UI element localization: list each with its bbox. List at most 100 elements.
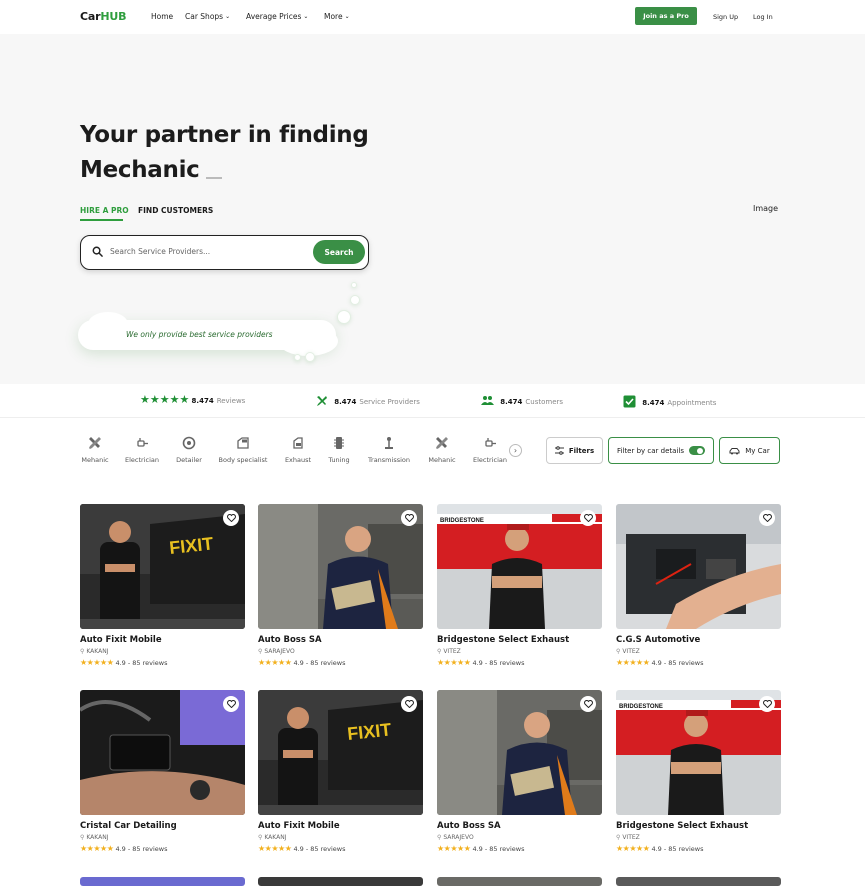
favorite-heart-icon[interactable] bbox=[759, 510, 775, 526]
nav-link-car-shops[interactable]: Car Shops ⌄ bbox=[185, 12, 230, 21]
provider-rating-text: 4.9 - 85 reviews bbox=[472, 845, 525, 853]
checkbox-icon bbox=[623, 395, 636, 408]
provider-location: ⚲ SARAJEVO bbox=[437, 834, 602, 841]
provider-photo[interactable]: FIXIT bbox=[258, 690, 423, 815]
provider-card[interactable]: Cristal Car Detailing ⚲ KAKANJ ★★★★★ 4.9… bbox=[80, 690, 245, 853]
provider-rating-text: 4.9 - 85 reviews bbox=[293, 845, 346, 853]
provider-name[interactable]: Auto Boss SA bbox=[437, 821, 602, 831]
search-icon bbox=[92, 246, 103, 257]
provider-photo[interactable] bbox=[80, 877, 245, 886]
stat-customers: 8.474 Customers bbox=[481, 395, 563, 406]
wheel-icon bbox=[182, 436, 196, 450]
nav-link-average-prices[interactable]: Average Prices ⌄ bbox=[246, 12, 308, 21]
provider-rating-text: 4.9 - 85 reviews bbox=[651, 845, 704, 853]
log-in-link[interactable]: Log In bbox=[753, 13, 773, 21]
provider-card[interactable]: Auto Boss SA ⚲ SARAJEVO ★★★★★ 4.9 - 85 r… bbox=[258, 504, 423, 667]
thought-bubble-dot bbox=[305, 352, 315, 362]
stat-label: Service Providers bbox=[359, 398, 420, 406]
provider-photo[interactable] bbox=[80, 690, 245, 815]
category-label: Tuning bbox=[328, 456, 350, 464]
provider-photo[interactable] bbox=[258, 877, 423, 886]
category-body-specialist[interactable]: Body specialist bbox=[218, 436, 268, 464]
category-electrician-2[interactable]: Electrician bbox=[465, 436, 515, 464]
nav-link-label: Average Prices bbox=[246, 12, 302, 21]
tools-icon bbox=[317, 396, 327, 406]
provider-location-text: KAKANJ bbox=[264, 834, 287, 841]
category-detailer[interactable]: Detailer bbox=[164, 436, 214, 464]
provider-card-partial[interactable] bbox=[258, 877, 423, 886]
category-transmission[interactable]: Transmission bbox=[364, 436, 414, 464]
category-next-arrow-icon[interactable]: › bbox=[509, 444, 522, 457]
provider-photo[interactable] bbox=[616, 877, 781, 886]
provider-name[interactable]: Auto Fixit Mobile bbox=[258, 821, 423, 831]
nav-link-home[interactable]: Home bbox=[151, 12, 173, 21]
provider-photo[interactable]: BRIDGESTONE bbox=[437, 504, 602, 629]
favorite-heart-icon[interactable] bbox=[759, 696, 775, 712]
location-pin-icon: ⚲ bbox=[616, 648, 621, 655]
favorite-heart-icon[interactable] bbox=[223, 510, 239, 526]
favorite-heart-icon[interactable] bbox=[580, 510, 596, 526]
provider-photo[interactable]: FIXIT bbox=[80, 504, 245, 629]
provider-rating-text: 4.9 - 85 reviews bbox=[472, 659, 525, 667]
provider-rating-text: 4.9 - 85 reviews bbox=[115, 845, 168, 853]
users-icon bbox=[481, 396, 494, 405]
filter-by-car-toggle[interactable]: Filter by car details bbox=[608, 437, 714, 464]
stat-label: Reviews bbox=[216, 397, 246, 405]
provider-location-text: VITEZ bbox=[622, 834, 640, 841]
provider-photo[interactable] bbox=[437, 877, 602, 886]
provider-location: ⚲ KAKANJ bbox=[258, 834, 423, 841]
tab-hire-a-pro[interactable]: HIRE A PRO bbox=[80, 206, 129, 215]
provider-photo[interactable] bbox=[437, 690, 602, 815]
nav-link-label: More bbox=[324, 12, 343, 21]
category-electrician[interactable]: Electrician bbox=[117, 436, 167, 464]
provider-card[interactable]: Auto Boss SA ⚲ SARAJEVO ★★★★★ 4.9 - 85 r… bbox=[437, 690, 602, 853]
location-pin-icon: ⚲ bbox=[616, 834, 621, 841]
provider-name[interactable]: C.G.S Automotive bbox=[616, 635, 781, 645]
join-as-pro-button[interactable]: Join as a Pro bbox=[635, 7, 697, 25]
category-tuning[interactable]: Tuning bbox=[314, 436, 364, 464]
provider-photo[interactable]: BRIDGESTONE bbox=[616, 690, 781, 815]
rating-stars-icon: ★★★★★ bbox=[437, 844, 471, 853]
provider-card[interactable]: BRIDGESTONE Bridgestone Select Exhaust ⚲… bbox=[437, 504, 602, 667]
provider-name[interactable]: Bridgestone Select Exhaust bbox=[616, 821, 781, 831]
category-mehanic[interactable]: Mehanic bbox=[70, 436, 120, 464]
rating-stars-icon: ★★★★★ bbox=[80, 658, 114, 667]
provider-name[interactable]: Auto Fixit Mobile bbox=[80, 635, 245, 645]
provider-photo[interactable] bbox=[258, 504, 423, 629]
provider-card-partial[interactable] bbox=[80, 877, 245, 886]
sign-up-link[interactable]: Sign Up bbox=[713, 13, 738, 21]
svg-text:BRIDGESTONE: BRIDGESTONE bbox=[440, 518, 484, 524]
favorite-heart-icon[interactable] bbox=[401, 510, 417, 526]
provider-rating: ★★★★★ 4.9 - 85 reviews bbox=[258, 658, 423, 667]
search-button[interactable]: Search bbox=[313, 240, 365, 264]
search-input[interactable]: Search Service Providers... bbox=[110, 247, 210, 256]
category-mehanic-2[interactable]: Mehanic bbox=[417, 436, 467, 464]
location-pin-icon: ⚲ bbox=[258, 648, 263, 655]
provider-card[interactable]: FIXIT Auto Fixit Mobile ⚲ KAKANJ ★★★★★ 4… bbox=[80, 504, 245, 667]
provider-card-partial[interactable] bbox=[437, 877, 602, 886]
provider-name[interactable]: Bridgestone Select Exhaust bbox=[437, 635, 602, 645]
toggle-switch[interactable] bbox=[688, 446, 705, 455]
filters-button[interactable]: Filters bbox=[546, 437, 603, 464]
provider-rating: ★★★★★ 4.9 - 85 reviews bbox=[616, 658, 781, 667]
provider-name[interactable]: Cristal Car Detailing bbox=[80, 821, 245, 831]
provider-card[interactable]: FIXIT Auto Fixit Mobile ⚲ KAKANJ ★★★★★ 4… bbox=[258, 690, 423, 853]
location-pin-icon: ⚲ bbox=[437, 648, 442, 655]
provider-location-text: VITEZ bbox=[622, 648, 640, 655]
favorite-heart-icon[interactable] bbox=[580, 696, 596, 712]
thought-bubble-dot bbox=[294, 354, 301, 361]
provider-card[interactable]: BRIDGESTONE Bridgestone Select Exhaust ⚲… bbox=[616, 690, 781, 853]
provider-card-partial[interactable] bbox=[616, 877, 781, 886]
tab-find-customers[interactable]: FIND CUSTOMERS bbox=[138, 206, 213, 215]
chevron-down-icon: ⌄ bbox=[303, 13, 309, 20]
favorite-heart-icon[interactable] bbox=[401, 696, 417, 712]
provider-location: ⚲ VITEZ bbox=[616, 648, 781, 655]
provider-name[interactable]: Auto Boss SA bbox=[258, 635, 423, 645]
logo[interactable]: CarHUB bbox=[80, 10, 126, 23]
provider-photo[interactable] bbox=[616, 504, 781, 629]
my-car-button[interactable]: My Car bbox=[719, 437, 780, 464]
favorite-heart-icon[interactable] bbox=[223, 696, 239, 712]
nav-link-more[interactable]: More ⌄ bbox=[324, 12, 350, 21]
cloud-text: We only provide best service providers bbox=[126, 330, 273, 339]
provider-card[interactable]: C.G.S Automotive ⚲ VITEZ ★★★★★ 4.9 - 85 … bbox=[616, 504, 781, 667]
